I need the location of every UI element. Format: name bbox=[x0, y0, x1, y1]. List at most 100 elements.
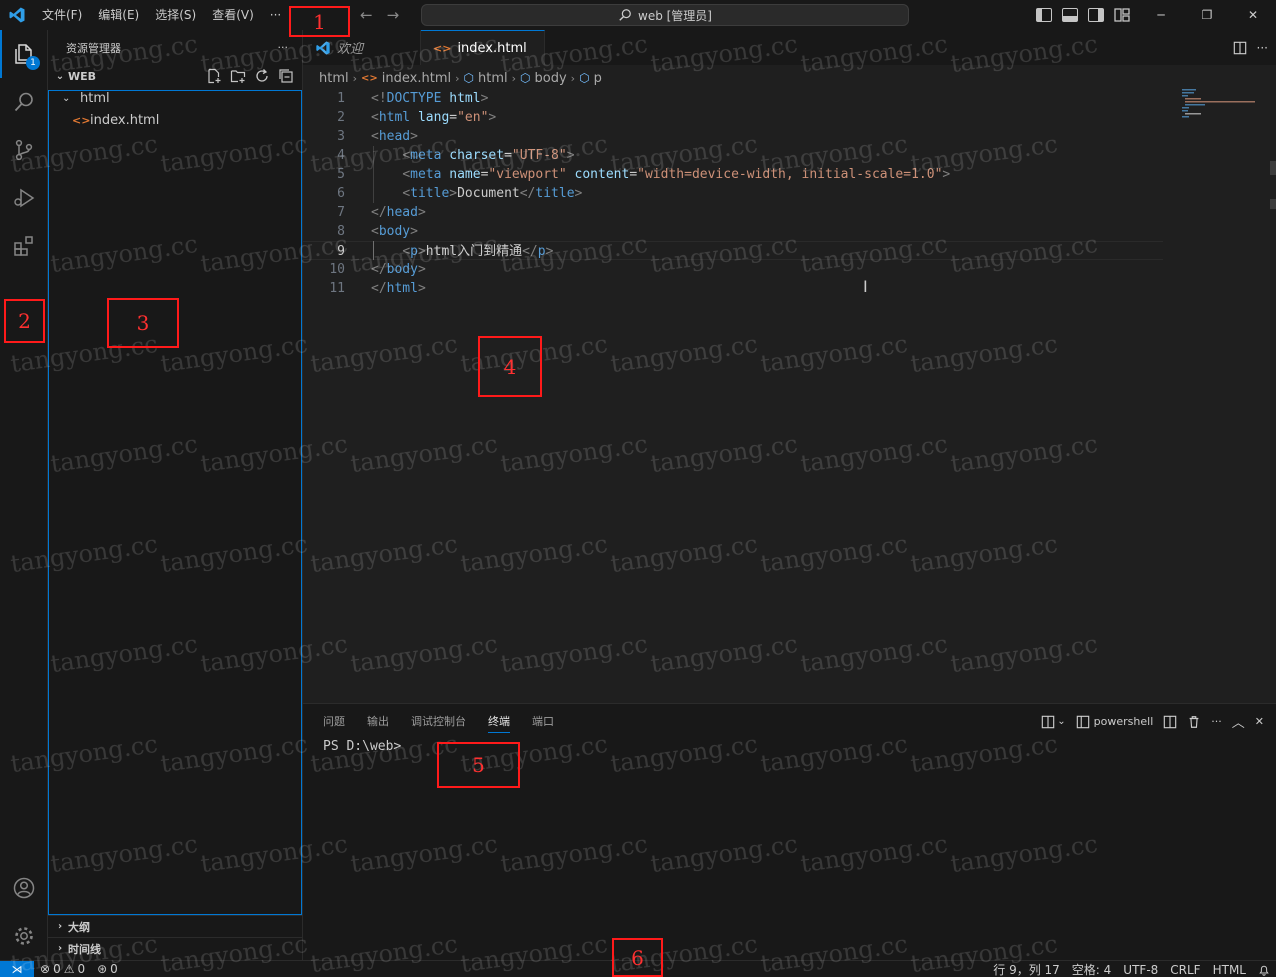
trash-icon[interactable] bbox=[1187, 715, 1201, 729]
new-folder-icon[interactable] bbox=[230, 68, 246, 84]
explorer-header: 资源管理器 ··· bbox=[48, 30, 302, 65]
restore-button[interactable]: ❐ bbox=[1184, 0, 1230, 30]
activity-search[interactable] bbox=[0, 78, 48, 126]
menu-selection[interactable]: 选择(S) bbox=[147, 0, 204, 30]
tab-terminal[interactable]: 终端 bbox=[478, 704, 520, 739]
code-editor[interactable]: 1 <!DOCTYPE html> 2 <html lang="en"> 3 <… bbox=[303, 89, 1276, 703]
command-center[interactable]: web [管理员] bbox=[421, 4, 909, 26]
explorer-sidebar: 资源管理器 ··· ⌄ WEB ⌄ html <> index.html › 大… bbox=[48, 30, 303, 960]
error-icon: ⊗ bbox=[40, 962, 51, 976]
layout-controls bbox=[1036, 0, 1130, 30]
menu-view[interactable]: 查看(V) bbox=[204, 0, 262, 30]
language-mode[interactable]: HTML bbox=[1207, 963, 1252, 977]
vscode-logo-icon[interactable] bbox=[0, 0, 34, 30]
split-terminal-icon[interactable] bbox=[1163, 715, 1177, 729]
close-panel-icon[interactable]: ✕ bbox=[1255, 715, 1264, 728]
activity-run-debug[interactable] bbox=[0, 174, 48, 222]
window-controls: ─ ❐ ✕ bbox=[1138, 0, 1276, 30]
close-button[interactable]: ✕ bbox=[1230, 0, 1276, 30]
breadcrumb: html › <> index.html › ⬡ html › ⬡ body ›… bbox=[303, 67, 1276, 89]
activity-source-control[interactable] bbox=[0, 126, 48, 174]
refresh-icon[interactable] bbox=[254, 68, 270, 84]
activity-extensions[interactable] bbox=[0, 222, 48, 270]
annotation-box: 4 bbox=[478, 336, 542, 397]
line-number: 5 bbox=[337, 167, 345, 182]
editor-more-icon[interactable]: ··· bbox=[1257, 41, 1268, 55]
search-icon bbox=[14, 92, 33, 112]
ports-count: 0 bbox=[110, 962, 118, 976]
indentation-status[interactable]: 空格: 4 bbox=[1066, 961, 1118, 977]
tree-folder-html[interactable]: ⌄ html bbox=[48, 87, 302, 109]
timeline-title: 时间线 bbox=[68, 942, 101, 956]
annotation-box: 1 bbox=[289, 6, 350, 37]
code-line: 6 <title>Document</title> bbox=[303, 184, 1163, 203]
chevron-down-icon: ⌄ bbox=[62, 92, 71, 104]
menu-file[interactable]: 文件(F) bbox=[34, 0, 90, 30]
collapse-all-icon[interactable] bbox=[278, 68, 294, 84]
menu-edit[interactable]: 编辑(E) bbox=[90, 0, 147, 30]
timeline-section[interactable]: › 时间线 bbox=[48, 937, 303, 959]
eol-status[interactable]: CRLF bbox=[1164, 963, 1206, 977]
breadcrumb-item[interactable]: body bbox=[535, 71, 567, 86]
extensions-icon bbox=[14, 236, 33, 256]
breadcrumb-item[interactable]: p bbox=[594, 71, 602, 86]
activity-explorer[interactable]: 1 bbox=[0, 30, 48, 78]
notifications-bell-icon[interactable] bbox=[1252, 964, 1276, 976]
annotation-number: 4 bbox=[503, 354, 517, 379]
scrollbar-marker[interactable] bbox=[1270, 199, 1276, 209]
annotation-box: 3 bbox=[107, 298, 179, 348]
new-file-icon[interactable] bbox=[206, 68, 222, 84]
scrollbar-marker[interactable] bbox=[1270, 161, 1276, 175]
explorer-more-button[interactable]: ··· bbox=[278, 41, 289, 54]
line-number: 8 bbox=[337, 224, 345, 239]
encoding-status[interactable]: UTF-8 bbox=[1117, 963, 1164, 977]
tab-problems[interactable]: 问题 bbox=[313, 704, 355, 739]
back-arrow-icon[interactable]: ← bbox=[360, 6, 373, 24]
tab-index-html[interactable]: <> index.html bbox=[421, 30, 545, 65]
breadcrumb-item[interactable]: index.html bbox=[382, 71, 451, 86]
editor-actions: ··· bbox=[1233, 30, 1268, 65]
maximize-panel-icon[interactable]: ︿ bbox=[1232, 712, 1245, 731]
workspace-section[interactable]: ⌄ WEB bbox=[48, 65, 302, 87]
code-text: <!DOCTYPE html> bbox=[371, 91, 489, 106]
breadcrumb-item[interactable]: html bbox=[319, 71, 349, 86]
minimize-button[interactable]: ─ bbox=[1138, 0, 1184, 30]
code-line: 1 <!DOCTYPE html> bbox=[303, 89, 1163, 108]
cursor-position[interactable]: 行 9，列 17 bbox=[987, 961, 1066, 977]
tab-ports[interactable]: 端口 bbox=[522, 704, 564, 739]
toggle-sidebar-icon[interactable] bbox=[1036, 8, 1052, 22]
status-right: 行 9，列 17 空格: 4 UTF-8 CRLF HTML bbox=[987, 961, 1276, 977]
minimap[interactable] bbox=[1182, 89, 1262, 119]
new-terminal-dropdown[interactable]: ⌄ bbox=[1041, 715, 1066, 729]
code-line: 8 <body> bbox=[303, 222, 1163, 241]
toggle-secondary-sidebar-icon[interactable] bbox=[1088, 8, 1104, 22]
vscode-logo-icon bbox=[316, 40, 330, 55]
chevron-right-icon: › bbox=[570, 71, 576, 85]
menu-more[interactable]: ··· bbox=[262, 0, 289, 30]
outline-section[interactable]: › 大纲 bbox=[48, 915, 303, 937]
tab-output[interactable]: 输出 bbox=[357, 704, 399, 739]
html-file-icon: <> bbox=[433, 41, 452, 55]
problems-status[interactable]: ⊗ 0 ⚠ 0 bbox=[34, 962, 91, 976]
ports-status[interactable]: ⊛ 0 bbox=[91, 962, 124, 976]
remote-indicator[interactable]: ⋊ bbox=[0, 960, 34, 977]
panel-more-icon[interactable]: ··· bbox=[1211, 715, 1222, 728]
code-text: <html lang="en"> bbox=[371, 110, 497, 125]
error-count: 0 bbox=[53, 962, 61, 976]
activity-manage[interactable] bbox=[0, 912, 48, 960]
split-editor-icon[interactable] bbox=[1233, 41, 1247, 55]
terminal-shell-name: powershell bbox=[1093, 715, 1154, 728]
split-terminal-icon bbox=[1042, 715, 1055, 728]
toggle-panel-icon[interactable] bbox=[1062, 8, 1078, 22]
tab-debug-console[interactable]: 调试控制台 bbox=[401, 704, 476, 739]
explorer-badge: 1 bbox=[26, 56, 40, 70]
activity-accounts[interactable] bbox=[0, 864, 48, 912]
warning-count: 0 bbox=[77, 962, 86, 976]
forward-arrow-icon[interactable]: → bbox=[387, 6, 400, 24]
breadcrumb-item[interactable]: html bbox=[478, 71, 508, 86]
annotation-number: 1 bbox=[313, 9, 326, 34]
customize-layout-icon[interactable] bbox=[1114, 8, 1130, 22]
terminal-instance[interactable]: powershell bbox=[1076, 715, 1154, 729]
tree-file-index-html[interactable]: <> index.html bbox=[48, 109, 302, 131]
chevron-right-icon: › bbox=[511, 71, 517, 85]
